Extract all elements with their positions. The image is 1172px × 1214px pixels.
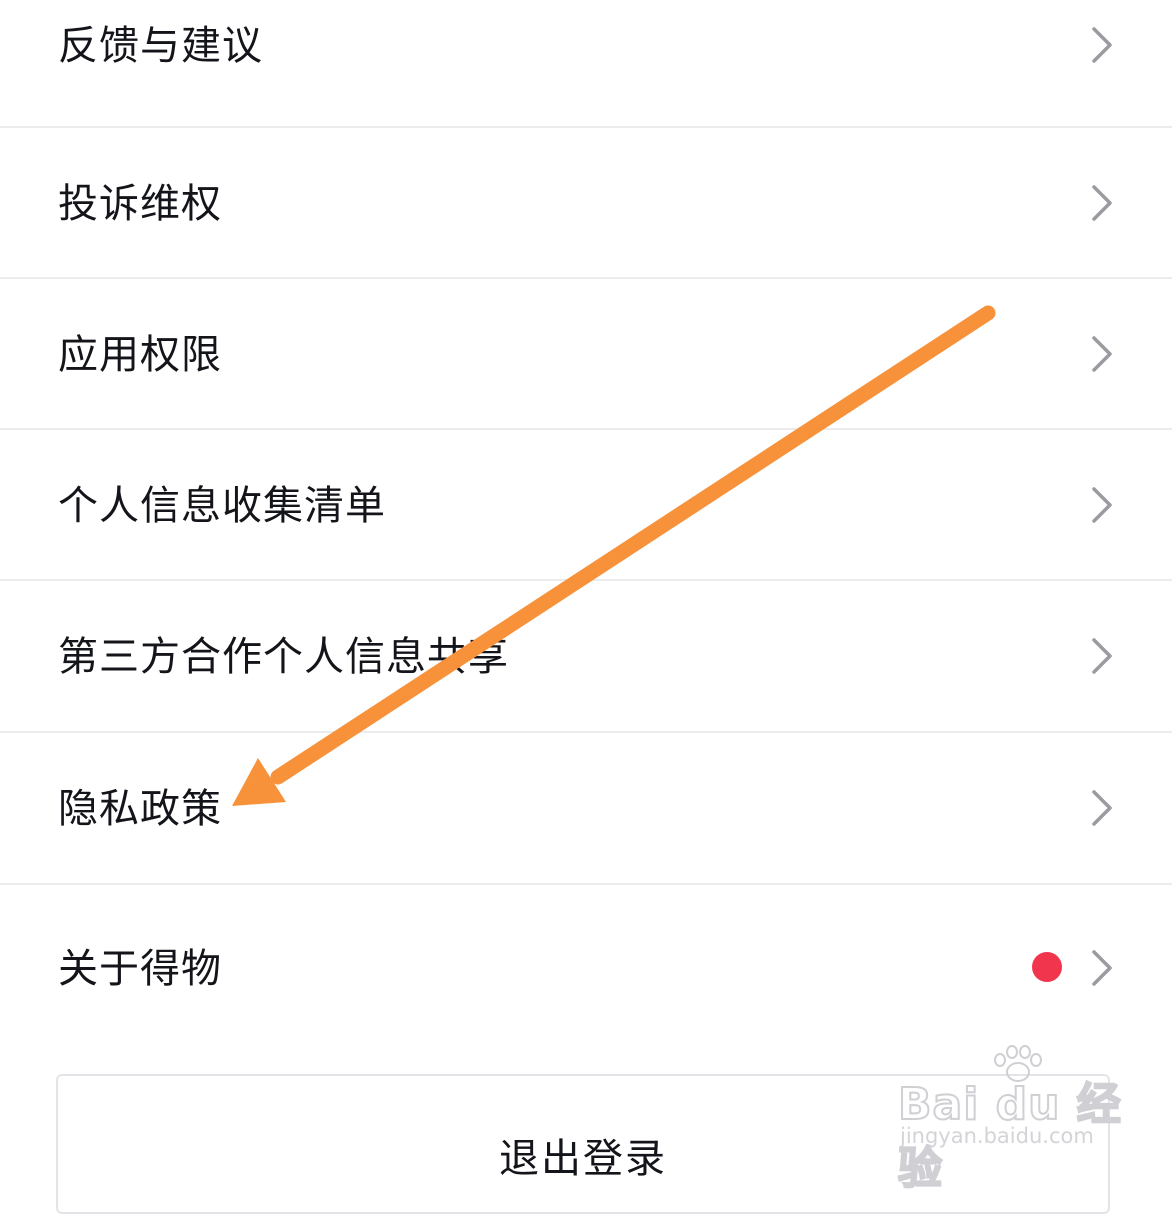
menu-item-label: 个人信息收集清单 <box>58 483 386 529</box>
chevron-right-icon <box>1092 950 1112 986</box>
menu-item-label: 应用权限 <box>58 332 222 378</box>
chevron-right-icon <box>1092 185 1112 221</box>
chevron-right-icon <box>1092 27 1112 63</box>
chevron-right-icon <box>1092 487 1112 523</box>
menu-item-complaints[interactable]: 投诉维权 <box>0 128 1172 279</box>
menu-item-label: 隐私政策 <box>58 786 222 832</box>
chevron-right-icon <box>1092 336 1112 372</box>
baidu-watermark: Bai du 经验 jingyan.baidu.com <box>897 1044 1128 1195</box>
menu-item-third-party-sharing[interactable]: 第三方合作个人信息共享 <box>0 581 1172 732</box>
menu-item-app-permissions[interactable]: 应用权限 <box>0 279 1172 430</box>
menu-item-privacy-policy[interactable]: 隐私政策 <box>0 733 1172 884</box>
update-badge-dot <box>1032 952 1062 982</box>
watermark-url: jingyan.baidu.com <box>900 1124 1094 1148</box>
chevron-right-icon <box>1092 638 1112 674</box>
menu-item-label: 第三方合作个人信息共享 <box>58 634 509 680</box>
menu-item-label: 反馈与建议 <box>58 23 263 69</box>
menu-item-about[interactable]: 关于得物 <box>0 885 1172 1055</box>
menu-item-personal-info-list[interactable]: 个人信息收集清单 <box>0 430 1172 581</box>
menu-item-label: 关于得物 <box>58 946 222 992</box>
menu-item-feedback[interactable]: 反馈与建议 <box>0 0 1172 128</box>
menu-item-label: 投诉维权 <box>58 181 222 227</box>
chevron-right-icon <box>1092 790 1112 826</box>
